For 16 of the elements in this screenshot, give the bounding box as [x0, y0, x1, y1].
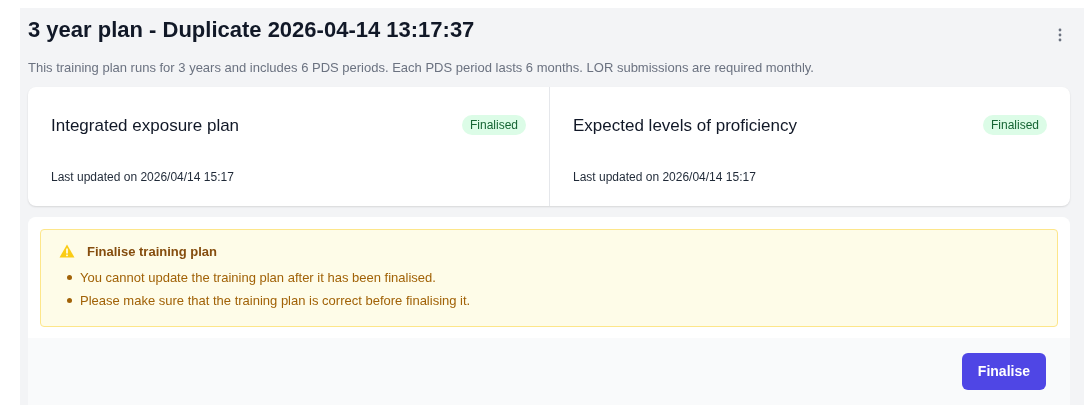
bullet-icon: [67, 275, 72, 281]
bullet-icon: [67, 297, 72, 303]
last-updated-text: Last updated on 2026/04/14 15:17: [573, 169, 757, 186]
plan-title[interactable]: Expected levels of proficiency: [573, 112, 797, 138]
last-updated-text: Last updated on 2026/04/14 15:17: [51, 169, 235, 186]
warning-icon: [59, 244, 75, 259]
finalise-button[interactable]: Finalise: [961, 353, 1046, 390]
plan-title[interactable]: Integrated exposure plan: [51, 112, 240, 138]
more-menu-icon[interactable]: [1058, 28, 1062, 42]
warning-text: Please make sure that the training plan is correct before finalising it.: [80, 291, 471, 310]
warning-text: You cannot update the training plan after it has been finalised.: [80, 269, 436, 287]
warning-title: Finalise training plan: [87, 242, 218, 261]
status-badge: Finalised: [982, 115, 1047, 136]
plan-description: This training plan runs for 3 years and includes 6 PDS periods. Each PDS period lasts 6 months. LOR submissions are required monthly.: [28, 59, 815, 77]
status-badge: Finalised: [461, 115, 526, 136]
page-title: 3 year plan - Duplicate 2026-04-14 13:17:37: [28, 16, 475, 44]
